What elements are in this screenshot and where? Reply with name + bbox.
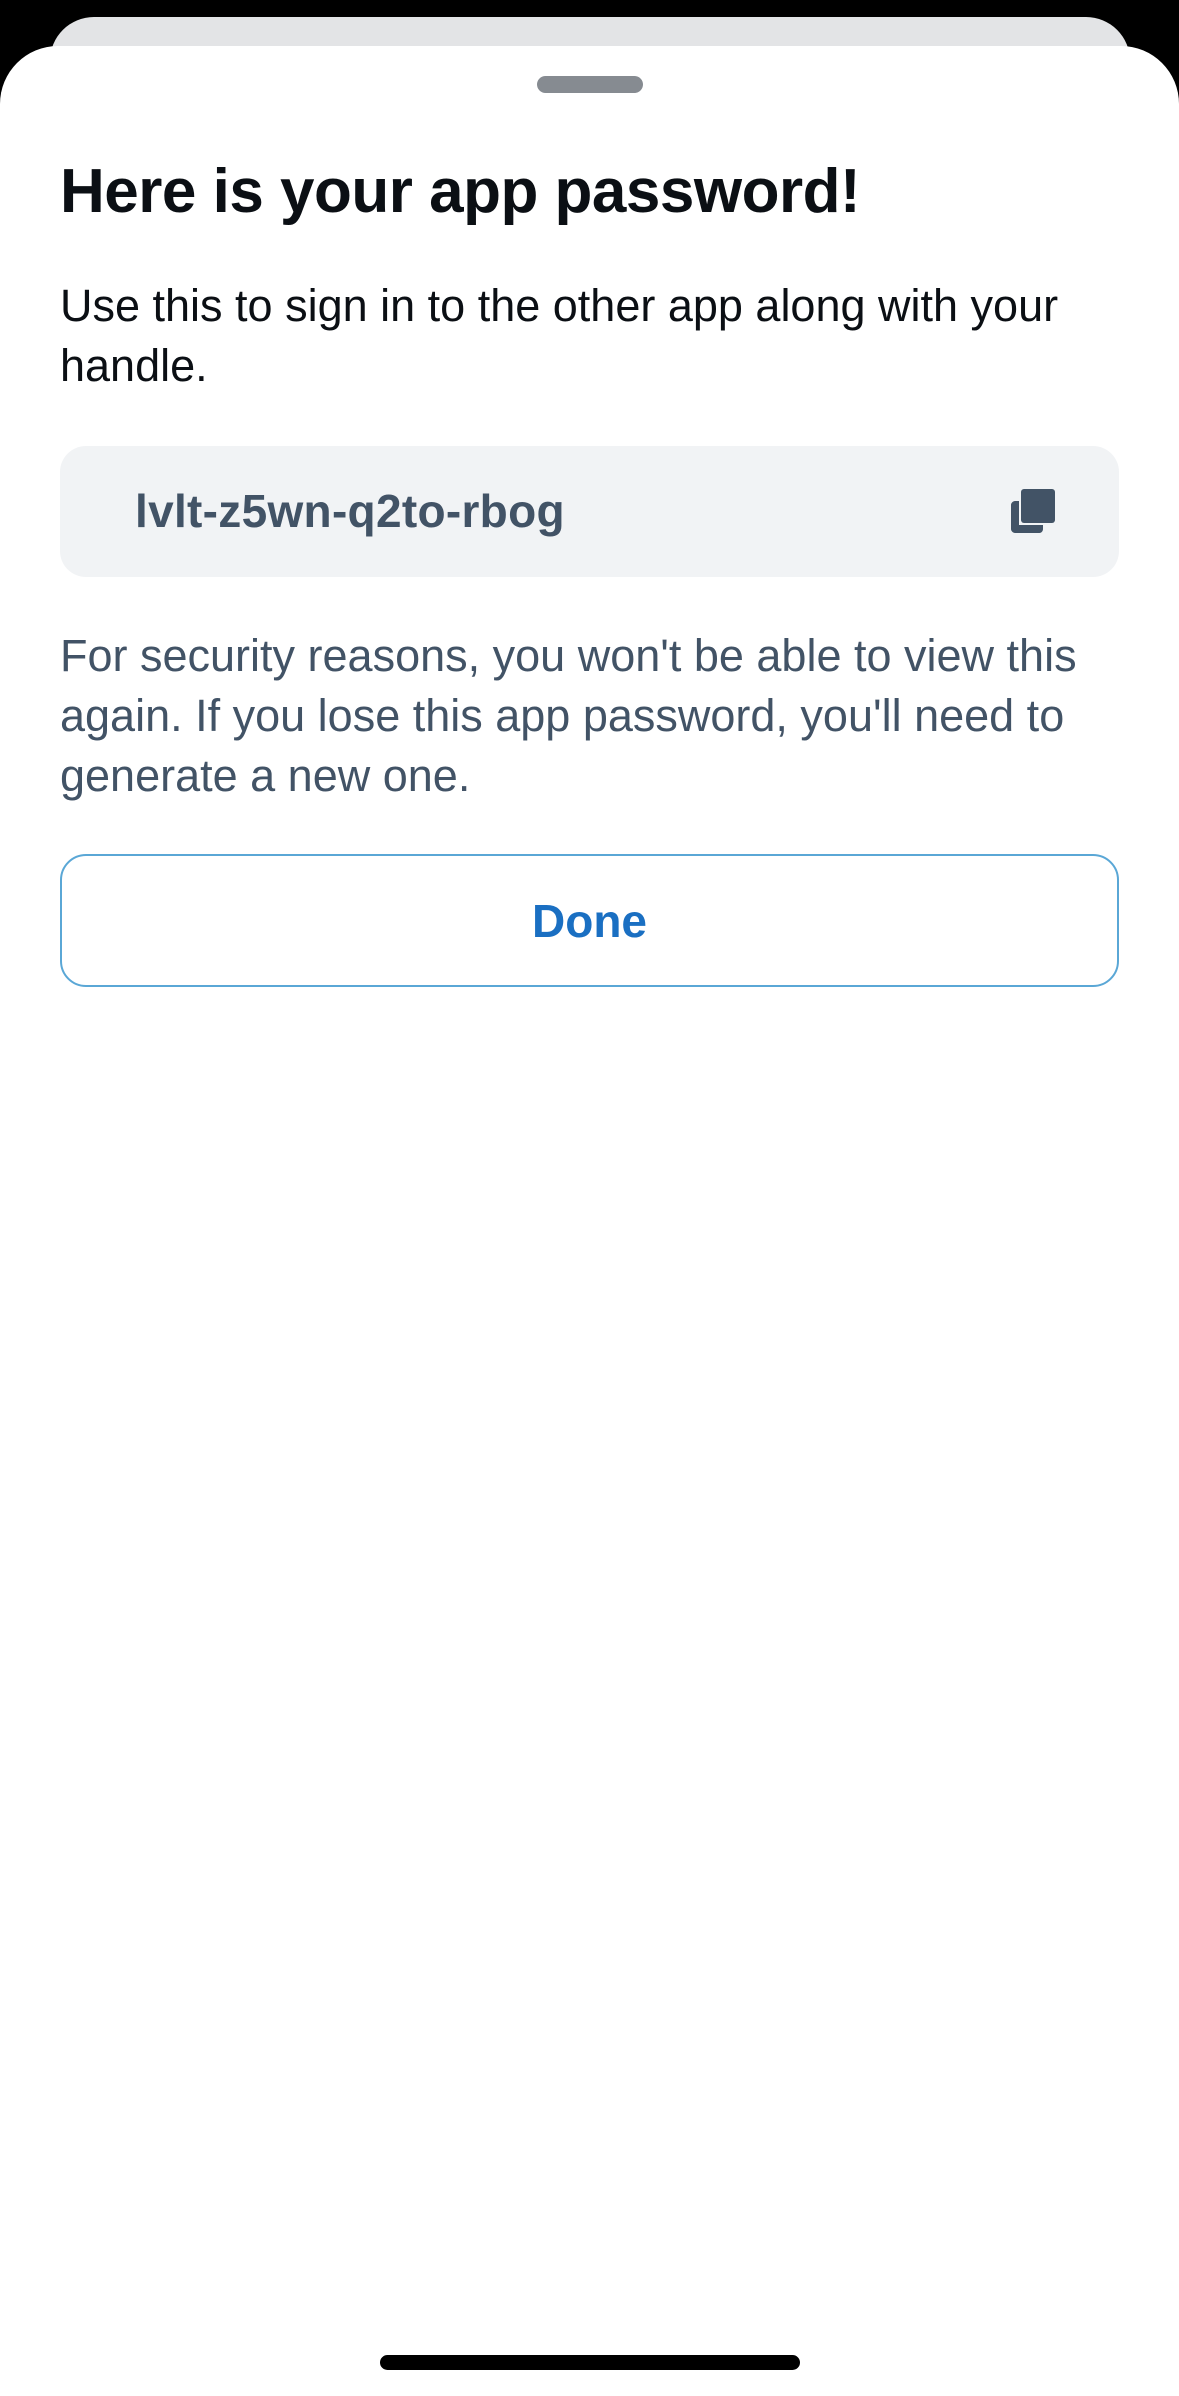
home-indicator (380, 2355, 800, 2370)
sheet-subtitle: Use this to sign in to the other app alo… (60, 280, 1059, 391)
done-button[interactable]: Done (60, 854, 1119, 987)
sheet-drag-handle[interactable] (537, 76, 643, 93)
screen: Here is your app password! Use this to s… (0, 0, 1179, 2396)
password-field[interactable]: lvlt-z5wn-q2to-rbog (60, 446, 1119, 577)
app-password-value: lvlt-z5wn-q2to-rbog (135, 485, 565, 537)
copy-button[interactable] (1007, 485, 1059, 537)
copy-icon (1011, 489, 1055, 533)
sheet-title: Here is your app password! (60, 157, 861, 226)
app-password-sheet: Here is your app password! Use this to s… (0, 46, 1179, 2396)
security-notice: For security reasons, you won't be able … (60, 630, 1077, 801)
